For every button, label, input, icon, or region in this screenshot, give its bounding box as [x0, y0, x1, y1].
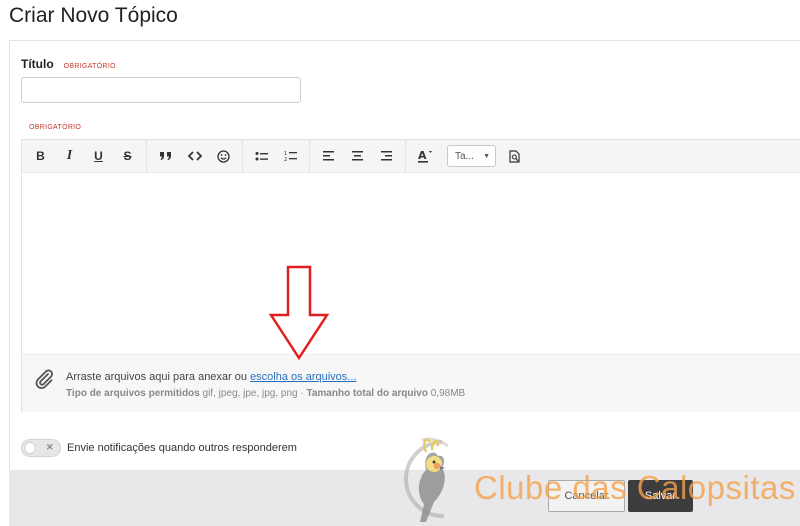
text-color-button[interactable]: A: [410, 144, 439, 168]
file-types-value: gif, jpeg, jpe, jpg, png ·: [199, 388, 307, 399]
bullet-list-icon: [255, 151, 268, 160]
smiley-icon: [217, 149, 230, 163]
align-right-button[interactable]: [372, 144, 401, 168]
attachment-instructions: Arraste arquivos aqui para anexar ou esc…: [66, 371, 356, 383]
body-required-badge: OBRIGATÓRIO: [29, 124, 82, 131]
bullet-list-button[interactable]: [247, 144, 276, 168]
choose-files-link[interactable]: escolha os arquivos...: [250, 371, 356, 383]
quote-button[interactable]: [151, 144, 180, 168]
attachment-drop-text: Arraste arquivos aqui para anexar ou: [66, 371, 251, 383]
editor-toolbar: B I U S 1 2 A Ta... ▼: [22, 139, 800, 173]
title-input[interactable]: [21, 77, 301, 103]
font-size-value: Ta...: [455, 150, 474, 162]
text-color-icon: A: [417, 149, 432, 163]
attachment-limits: Tipo de arquivos permitidos gif, jpeg, j…: [66, 388, 465, 399]
align-group: [310, 139, 406, 173]
attachment-dropzone[interactable]: Arraste arquivos aqui para anexar ou esc…: [22, 354, 800, 412]
strikethrough-button[interactable]: S: [113, 144, 142, 168]
preview-button[interactable]: [500, 144, 529, 168]
file-size-label: Tamanho total do arquivo: [306, 388, 428, 399]
required-badge: OBRIGATÓRIO: [63, 63, 116, 70]
notify-label: Envie notificações quando outros respond…: [67, 442, 297, 454]
notify-row: ✕ Envie notificações quando outros respo…: [21, 439, 297, 457]
file-types-label: Tipo de arquivos permitidos: [66, 388, 200, 399]
notify-toggle[interactable]: ✕: [21, 439, 61, 457]
paperclip-icon: [35, 369, 53, 389]
numbered-list-button[interactable]: 1 2: [276, 144, 305, 168]
toggle-knob: [24, 442, 36, 454]
title-label-row: Título OBRIGATÓRIO: [21, 57, 116, 71]
insert-group: [147, 139, 243, 173]
italic-button[interactable]: I: [55, 144, 84, 168]
rich-text-editor: B I U S 1 2 A Ta... ▼ Arraste arquivos a…: [21, 139, 800, 412]
align-center-icon: [352, 151, 363, 161]
preview-icon: [508, 149, 520, 163]
align-right-icon: [381, 151, 392, 161]
underline-button[interactable]: U: [84, 144, 113, 168]
cancel-button[interactable]: Cancelar: [548, 480, 625, 512]
editor-text-area[interactable]: [22, 173, 800, 354]
align-left-icon: [323, 151, 334, 161]
list-group: 1 2: [243, 139, 310, 173]
font-size-select[interactable]: Ta... ▼: [447, 145, 496, 167]
style-group: A Ta... ▼: [406, 140, 539, 173]
quote-icon: [160, 152, 171, 160]
align-center-button[interactable]: [343, 144, 372, 168]
emoji-button[interactable]: [209, 144, 238, 168]
save-button[interactable]: Salvar: [628, 480, 693, 512]
code-button[interactable]: [180, 144, 209, 168]
title-label: Título: [21, 57, 54, 71]
file-size-value: 0,98MB: [427, 388, 466, 399]
toggle-off-icon: ✕: [46, 442, 54, 452]
svg-text:2: 2: [284, 157, 287, 162]
svg-text:A: A: [418, 149, 427, 162]
page-title: Criar Novo Tópico: [9, 4, 178, 27]
code-icon: [187, 151, 202, 161]
align-left-button[interactable]: [314, 144, 343, 168]
create-topic-page: Criar Novo Tópico Título OBRIGATÓRIO OBR…: [0, 0, 800, 526]
numbered-list-icon: 1 2: [284, 151, 297, 162]
chevron-down-icon: ▼: [483, 152, 490, 160]
format-group: B I U S: [22, 139, 147, 173]
bold-button[interactable]: B: [26, 144, 55, 168]
annotation-arrow-down-icon: [268, 265, 330, 361]
